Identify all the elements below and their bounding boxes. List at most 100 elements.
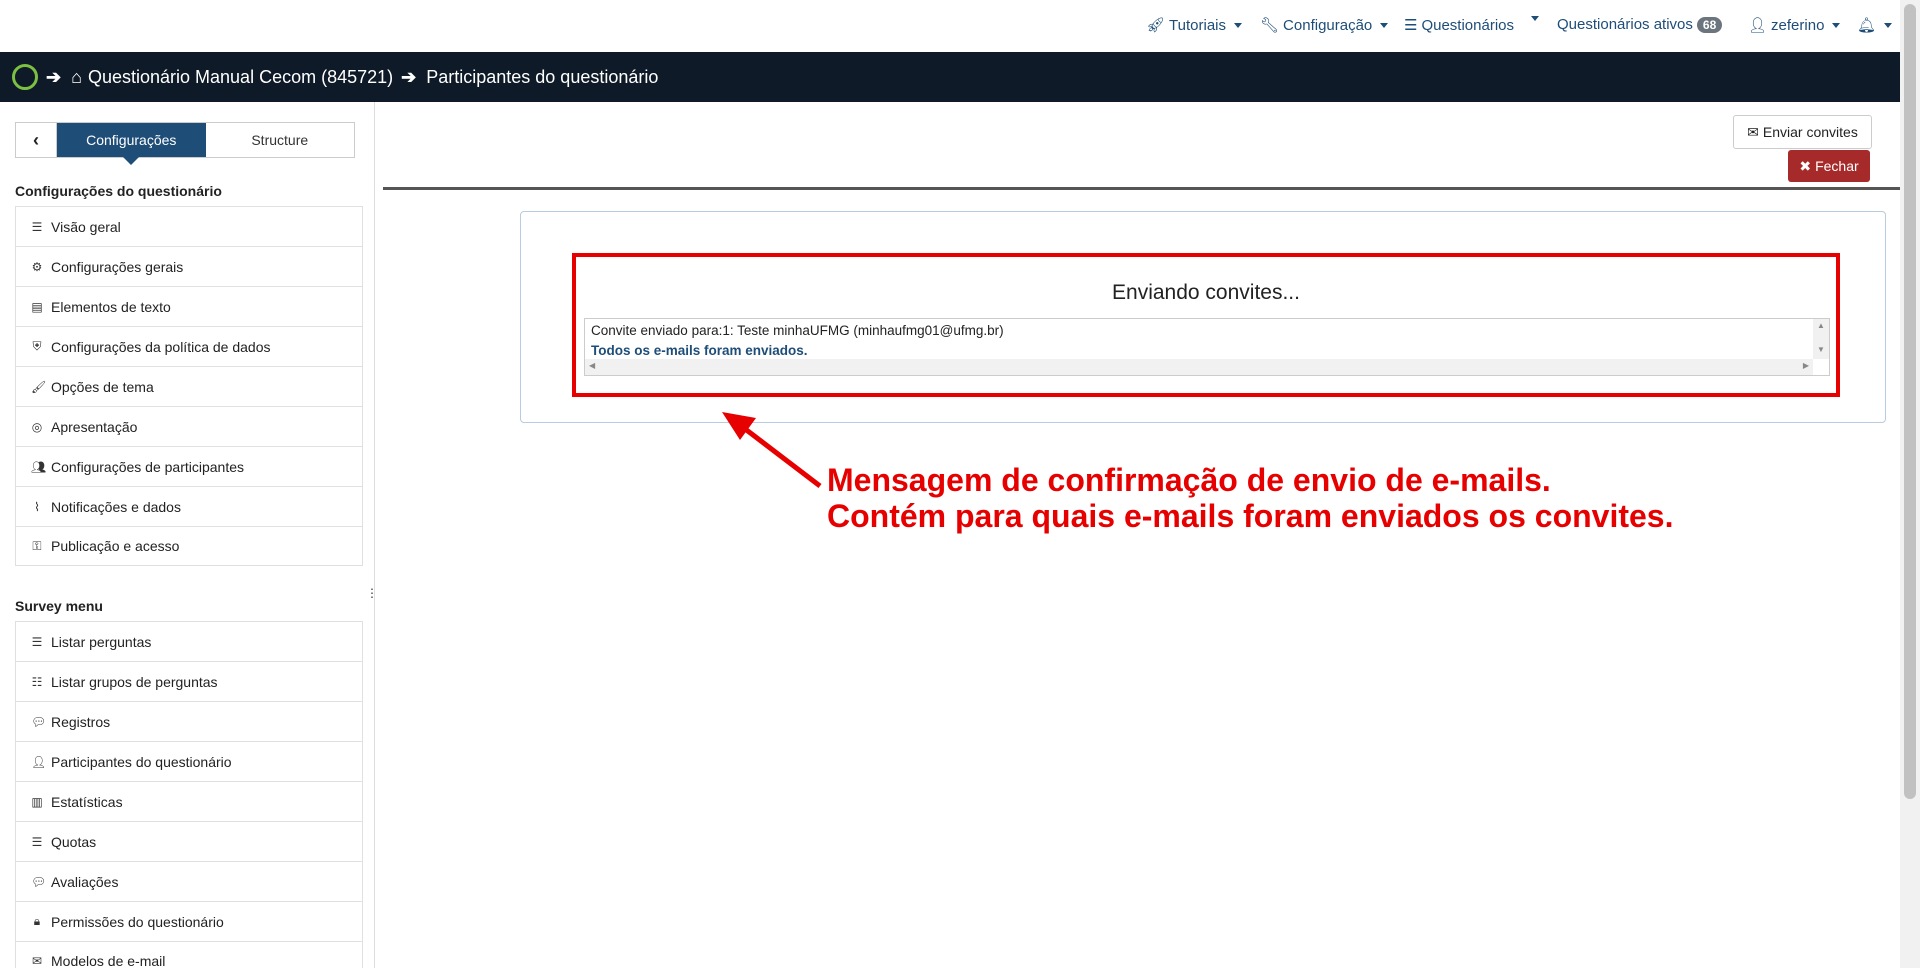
envelope-icon: ✉ <box>31 954 43 968</box>
file-text-icon: ▤ <box>31 299 43 314</box>
sidebar-item-politica-de-dados[interactable]: ⛨ Configurações da política de dados <box>15 326 363 366</box>
tutorials-label: Tutoriais <box>1169 16 1227 34</box>
gears-icon: ⚙ <box>31 259 43 274</box>
active-surveys-count-badge: 68 <box>1696 16 1723 33</box>
sidebar-item-label: Modelos de e-mail <box>51 953 166 968</box>
annotation-line-2: Contém para quais e-mails foram enviados… <box>827 498 1674 534</box>
collapse-sidebar-button[interactable]: ‹ <box>16 123 57 157</box>
survey-menu: ☰ Listar perguntas ☷ Listar grupos de perg… <box>15 621 363 968</box>
log-line-invite-sent: Convite enviado para:1: Teste minhaUFMG … <box>591 323 1004 338</box>
limesurvey-logo-icon[interactable] <box>12 64 38 90</box>
sidebar-item-apresentacao[interactable]: ◎ Apresentação <box>15 406 363 446</box>
chevron-down-icon <box>1531 16 1539 21</box>
survey-settings-heading: Configurações do questionário <box>15 183 222 199</box>
configuration-menu[interactable]: 🔧︎ Configuração <box>1260 16 1389 34</box>
sidebar-item-label: Opções de tema <box>51 378 154 395</box>
sidebar-item-configuracoes-de-participantes[interactable]: 👥︎ Configurações de participantes <box>15 446 363 486</box>
comment-icon: 💬︎ <box>31 714 47 729</box>
sidebar-item-visao-geral[interactable]: ☰ Visão geral <box>15 206 363 246</box>
active-surveys-label: Questionários ativos <box>1557 16 1693 33</box>
sidebar-item-label: Apresentação <box>51 418 138 435</box>
tasks-icon: ☰ <box>31 834 43 849</box>
send-log-textarea[interactable]: Convite enviado para:1: Teste minhaUFMG … <box>584 318 1830 376</box>
sidebar-item-elementos-de-texto[interactable]: ▤ Elementos de texto <box>15 286 363 326</box>
send-invites-button[interactable]: ✉ Enviar convites <box>1733 115 1872 149</box>
comment-icon: 💬︎ <box>31 874 47 889</box>
sidebar-item-configuracoes-gerais[interactable]: ⚙ Configurações gerais <box>15 246 363 286</box>
sidebar-item-permissoes[interactable]: 🔒︎ Permissões do questionário <box>15 901 363 941</box>
tab-structure[interactable]: Structure <box>206 123 355 157</box>
close-label: Fechar <box>1815 158 1859 174</box>
tab-structure-label: Structure <box>251 132 309 148</box>
sidebar-item-modelos-de-email[interactable]: ✉ Modelos de e-mail <box>15 941 363 968</box>
sidebar-item-label: Quotas <box>51 833 97 850</box>
sidebar-item-label: Configurações da política de dados <box>51 338 271 355</box>
breadcrumb: ➔ ⌂ Questionário Manual Cecom (845721) ➔… <box>0 52 1900 102</box>
breadcrumb-survey-link[interactable]: Questionário Manual Cecom (845721) <box>88 67 393 88</box>
highlight-box: Enviando convites... Convite enviado par… <box>572 253 1840 397</box>
active-surveys-link[interactable]: Questionários ativos 68 <box>1557 16 1723 33</box>
sidebar-item-label: Listar grupos de perguntas <box>51 673 218 690</box>
close-button[interactable]: ✖ Fechar <box>1788 150 1870 182</box>
bar-chart-icon: ▥ <box>31 794 43 809</box>
annotation-line-1: Mensagem de confirmação de envio de e-ma… <box>827 462 1551 498</box>
envelope-icon: ✉ <box>1747 123 1759 140</box>
surveys-menu[interactable]: ☰ Questionários <box>1404 16 1515 35</box>
chevron-down-icon <box>1380 22 1389 28</box>
toolbar-divider <box>383 187 1900 190</box>
sidebar-item-label: Configurações de participantes <box>51 458 245 475</box>
list-icon: ☰ <box>1404 17 1418 34</box>
log-vertical-scrollbar[interactable]: ▲ ▼ <box>1813 319 1829 359</box>
shield-icon: ⛨ <box>32 339 42 353</box>
list-icon: ☰ <box>31 219 43 234</box>
scroll-right-icon: ▶ <box>1802 361 1809 370</box>
chevron-down-icon <box>1234 22 1243 28</box>
sidebar-item-label: Estatísticas <box>51 793 123 810</box>
notifications-menu[interactable]: 🔔︎ <box>1857 16 1893 34</box>
sidebar-item-opcoes-de-tema[interactable]: 🖌︎ Opções de tema <box>15 366 363 406</box>
sidebar-item-listar-grupos[interactable]: ☷ Listar grupos de perguntas <box>15 661 363 701</box>
th-list-icon: ☷ <box>31 674 43 689</box>
top-navbar: 🚀︎ Tutoriais 🔧︎ Configuração ☰ Questioná… <box>0 0 1900 52</box>
sidebar-item-label: Participantes do questionário <box>51 753 232 770</box>
tutorials-menu[interactable]: 🚀︎ Tutoriais <box>1146 16 1243 34</box>
sidebar-item-label: Configurações gerais <box>51 258 184 275</box>
sidebar-item-participantes[interactable]: 👤︎ Participantes do questionário <box>15 741 363 781</box>
sidebar-item-label: Visão geral <box>51 218 121 235</box>
user-menu[interactable]: 👤︎ zeferino <box>1748 16 1841 34</box>
home-icon: ⌂ <box>71 66 82 87</box>
arrow-right-icon: ➔ <box>401 66 417 87</box>
sidebar: ‹ Configurações Structure Configurações … <box>0 102 375 968</box>
sidebar-resize-handle[interactable]: ⋮ <box>366 587 378 605</box>
survey-menu-heading: Survey menu <box>15 598 103 614</box>
close-icon: ✖ <box>1799 157 1812 174</box>
eye-slash-icon: ◎ <box>31 419 43 434</box>
arrow-right-icon: ➔ <box>46 66 62 87</box>
sidebar-item-label: Notificações e dados <box>51 498 181 515</box>
sidebar-item-label: Elementos de texto <box>51 298 171 315</box>
page-scrollbar[interactable] <box>1900 0 1920 968</box>
users-icon: 👥︎ <box>31 459 47 474</box>
sidebar-item-label: Avaliações <box>51 873 119 890</box>
surveys-dropdown-toggle[interactable] <box>1527 16 1539 21</box>
sidebar-item-avaliacoes[interactable]: 💬︎ Avaliações <box>15 861 363 901</box>
sidebar-item-quotas[interactable]: ☰ Quotas <box>15 821 363 861</box>
scroll-left-icon: ◀ <box>589 361 596 370</box>
sidebar-item-label: Listar perguntas <box>51 633 152 650</box>
log-horizontal-scrollbar[interactable]: ◀ ▶ <box>585 359 1813 375</box>
sidebar-item-notificacoes-e-dados[interactable]: ⌇ Notificações e dados <box>15 486 363 526</box>
tab-configuracoes[interactable]: Configurações <box>57 123 206 165</box>
sidebar-item-publicacao-e-acesso[interactable]: ⚿ Publicação e acesso <box>15 526 363 566</box>
sidebar-item-listar-perguntas[interactable]: ☰ Listar perguntas <box>15 621 363 661</box>
rocket-icon: 🚀︎ <box>1146 17 1166 34</box>
scroll-up-icon: ▲ <box>1817 321 1825 330</box>
sidebar-item-registros[interactable]: 💬︎ Registros <box>15 701 363 741</box>
sidebar-item-label: Permissões do questionário <box>51 913 224 930</box>
surveys-label: Questionários <box>1421 16 1515 34</box>
scroll-down-icon: ▼ <box>1817 345 1825 354</box>
sending-invitations-title: Enviando convites... <box>1112 281 1300 304</box>
bell-icon: 🔔︎ <box>1857 17 1877 34</box>
sidebar-item-estatisticas[interactable]: ▥ Estatísticas <box>15 781 363 821</box>
page-scrollbar-thumb[interactable] <box>1904 4 1916 799</box>
tab-configuracoes-label: Configurações <box>86 132 177 148</box>
